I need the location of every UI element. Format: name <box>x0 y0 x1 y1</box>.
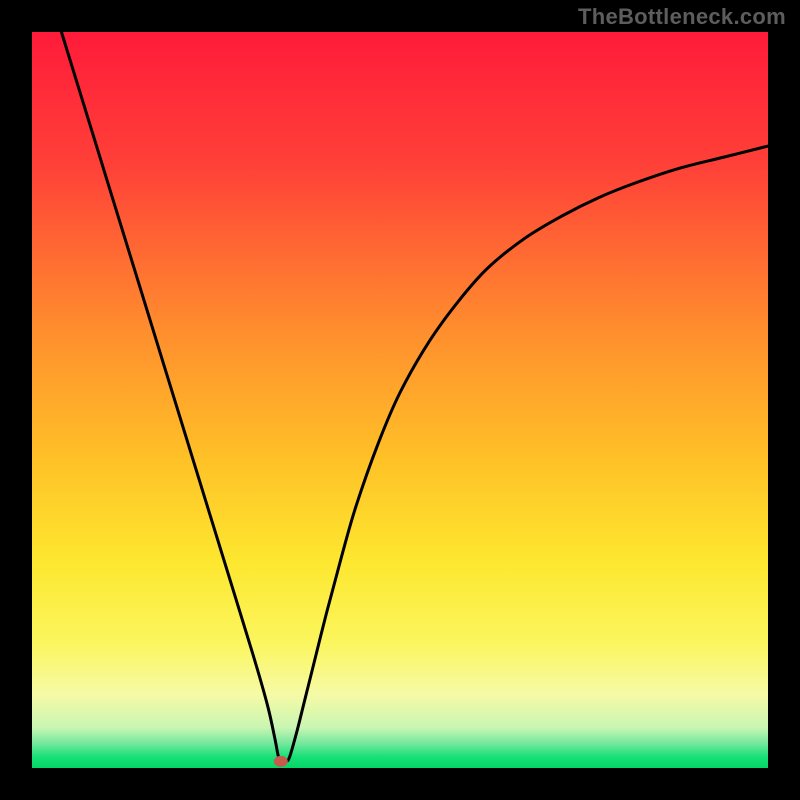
plot-area <box>32 32 768 768</box>
watermark-text: TheBottleneck.com <box>578 4 786 30</box>
minimum-marker <box>274 756 288 767</box>
chart-frame: { "watermark": "TheBottleneck.com", "cha… <box>0 0 800 800</box>
chart-svg <box>0 0 800 800</box>
